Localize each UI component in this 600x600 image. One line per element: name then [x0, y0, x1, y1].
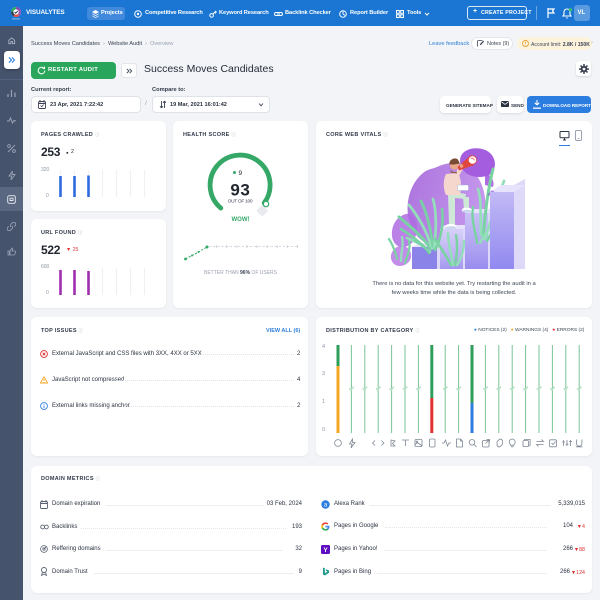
svg-text:Y: Y	[323, 547, 328, 554]
svg-text:93: 93	[230, 181, 250, 200]
svg-text:9: 9	[239, 170, 243, 177]
svg-text:OUT OF 100: OUT OF 100	[228, 199, 253, 205]
